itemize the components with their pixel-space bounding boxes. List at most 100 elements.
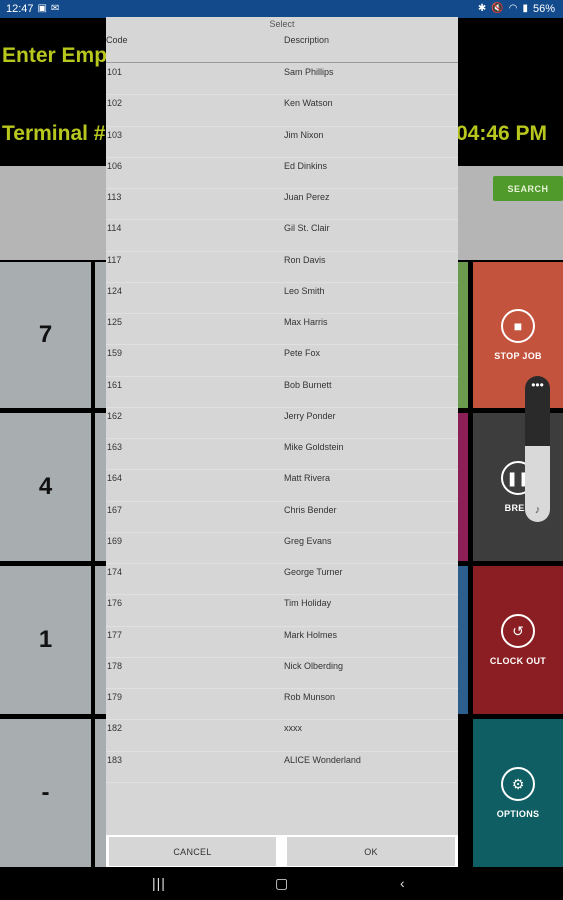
key-7[interactable]: 7 bbox=[0, 262, 91, 408]
employee-name: xxxx bbox=[284, 723, 302, 734]
list-item[interactable]: 174 George Turner bbox=[106, 564, 458, 596]
status-time: 12:47 bbox=[6, 3, 34, 15]
employee-code: 182 bbox=[107, 723, 123, 734]
code-column-header: Code bbox=[106, 35, 128, 45]
column-header: Code Description bbox=[106, 31, 458, 63]
employee-code: 106 bbox=[107, 160, 123, 171]
list-item[interactable]: 169 Greg Evans bbox=[106, 533, 458, 564]
employee-name: Pete Fox bbox=[284, 348, 321, 359]
key-minus[interactable]: - bbox=[0, 719, 91, 867]
employee-code: 177 bbox=[107, 629, 123, 640]
list-item[interactable]: 179 Rob Munson bbox=[106, 689, 458, 721]
mute-icon: 🔇 bbox=[491, 3, 504, 14]
list-item[interactable]: 102 Ken Watson bbox=[106, 95, 458, 127]
employee-name: Leo Smith bbox=[284, 285, 325, 296]
list-item[interactable]: 176 Tim Holiday bbox=[106, 595, 458, 627]
employee-name: Tim Holiday bbox=[284, 598, 332, 609]
stop-job-label: STOP JOB bbox=[494, 351, 542, 361]
employee-code: 159 bbox=[107, 348, 123, 359]
back-icon[interactable]: ‹ bbox=[400, 875, 405, 891]
employee-code: 117 bbox=[107, 254, 122, 265]
employee-name: Gil St. Clair bbox=[284, 223, 330, 234]
list-item[interactable]: 159 Pete Fox bbox=[106, 345, 458, 377]
cancel-button[interactable]: CANCEL bbox=[109, 837, 276, 866]
list-item[interactable]: 103 Jim Nixon bbox=[106, 127, 458, 158]
battery-percent: 56% bbox=[532, 3, 555, 15]
list-item[interactable]: 162 Jerry Ponder bbox=[106, 408, 458, 439]
list-item[interactable]: 161 Bob Burnett bbox=[106, 377, 458, 408]
employee-code: 124 bbox=[107, 285, 123, 296]
list-item[interactable]: 167 Chris Bender bbox=[106, 502, 458, 533]
employee-code: 101 bbox=[107, 67, 123, 77]
list-item[interactable]: 164 Matt Rivera bbox=[106, 470, 458, 502]
employee-name: Max Harris bbox=[284, 317, 328, 327]
gear-icon: ⚙ bbox=[501, 767, 535, 801]
list-item[interactable]: 178 Nick Olberding bbox=[106, 658, 458, 689]
employee-name: ALICE Wonderland bbox=[284, 754, 361, 765]
bluetooth-icon: ✱ bbox=[477, 3, 487, 14]
list-item[interactable]: 124 Leo Smith bbox=[106, 283, 458, 314]
dialog-button-bar: CANCEL OK bbox=[106, 835, 458, 867]
battery-icon: ▮ bbox=[522, 3, 528, 14]
employee-list: 101 Sam Phillips 102 Ken Watson 103 Jim Nixon… bbox=[106, 64, 458, 783]
employee-code: 164 bbox=[107, 473, 123, 484]
list-item[interactable]: 177 Mark Holmes bbox=[106, 627, 458, 658]
description-column-header: Description bbox=[284, 35, 330, 45]
list-item[interactable]: 182 xxxx bbox=[106, 720, 458, 752]
list-item[interactable]: 114 Gil St. Clair bbox=[106, 220, 458, 252]
options-button[interactable]: ⚙ OPTIONS bbox=[473, 719, 563, 867]
list-item[interactable]: 101 Sam Phillips bbox=[106, 64, 458, 96]
key-8-edge[interactable] bbox=[95, 262, 106, 408]
employee-name: Rob Munson bbox=[284, 692, 336, 702]
employee-code: 162 bbox=[107, 410, 123, 421]
key-0-edge[interactable] bbox=[95, 719, 106, 867]
employee-code: 113 bbox=[107, 192, 122, 202]
employee-code: 102 bbox=[107, 98, 123, 109]
list-item[interactable]: 113 Juan Perez bbox=[106, 189, 458, 221]
list-item[interactable]: 183 ALICE Wonderland bbox=[106, 752, 458, 783]
peek-tile-blue[interactable] bbox=[458, 566, 468, 714]
employee-name: Mike Goldstein bbox=[284, 442, 344, 452]
employee-name: Nick Olberding bbox=[284, 660, 344, 671]
employee-name: Juan Perez bbox=[284, 192, 330, 202]
key-5-edge[interactable] bbox=[95, 413, 106, 561]
key-2-edge[interactable] bbox=[95, 566, 106, 714]
employee-code: 179 bbox=[107, 692, 123, 702]
employee-name: Jim Nixon bbox=[284, 129, 324, 140]
employee-name: Ken Watson bbox=[284, 98, 333, 109]
employee-code: 169 bbox=[107, 535, 123, 546]
employee-name: Chris Bender bbox=[284, 504, 337, 515]
clock-out-button[interactable]: ↺ CLOCK OUT bbox=[473, 566, 563, 714]
home-icon[interactable]: ▢ bbox=[275, 875, 288, 891]
employee-name: Sam Phillips bbox=[284, 67, 334, 77]
status-bar: 12:47 ▣ ✉ ✱ 🔇 ◠ ▮ 56% bbox=[0, 0, 563, 18]
key-4[interactable]: 4 bbox=[0, 413, 91, 561]
employee-code: 114 bbox=[107, 223, 122, 234]
recents-icon[interactable]: ||| bbox=[152, 875, 166, 891]
employee-name: Mark Holmes bbox=[284, 629, 338, 640]
clock-out-icon: ↺ bbox=[501, 614, 535, 648]
employee-code: 163 bbox=[107, 442, 123, 452]
employee-name: Ed Dinkins bbox=[284, 160, 328, 171]
list-item[interactable]: 106 Ed Dinkins bbox=[106, 158, 458, 189]
peek-tile-magenta[interactable] bbox=[458, 413, 468, 561]
ok-button[interactable]: OK bbox=[287, 837, 455, 866]
employee-name: Matt Rivera bbox=[284, 473, 331, 484]
list-item[interactable]: 163 Mike Goldstein bbox=[106, 439, 458, 471]
search-button[interactable]: SEARCH bbox=[493, 176, 563, 201]
employee-name: George Turner bbox=[284, 567, 343, 577]
select-dialog: Select Code Description 101 Sam Phillips 1… bbox=[106, 17, 458, 867]
employee-name: Bob Burnett bbox=[284, 379, 332, 390]
volume-slider[interactable]: ••• ♪ bbox=[525, 376, 550, 522]
employee-code: 174 bbox=[107, 567, 123, 577]
peek-tile-black[interactable] bbox=[458, 719, 468, 867]
employee-name: Greg Evans bbox=[284, 535, 332, 546]
gmail-notification-icon: ✉ bbox=[50, 3, 60, 14]
peek-tile-green[interactable] bbox=[458, 262, 468, 408]
list-item[interactable]: 117 Ron Davis bbox=[106, 252, 458, 283]
key-1[interactable]: 1 bbox=[0, 566, 91, 714]
employee-code: 183 bbox=[107, 754, 123, 765]
terminal-label: Terminal #c bbox=[2, 122, 118, 145]
more-options-icon[interactable]: ••• bbox=[525, 379, 550, 391]
list-item[interactable]: 125 Max Harris bbox=[106, 314, 458, 346]
